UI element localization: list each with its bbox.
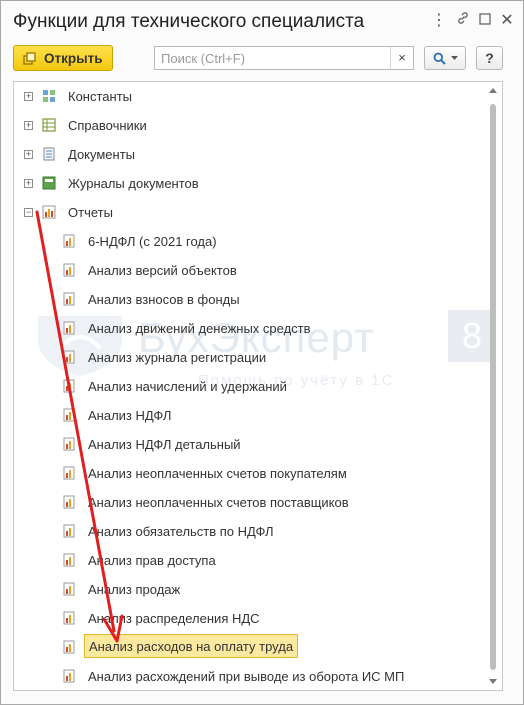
tree-group-label: Документы [68,147,136,162]
scroll-thumb[interactable] [490,104,496,670]
report-label: Анализ неоплаченных счетов покупателям [88,466,347,481]
help-button[interactable]: ? [476,46,503,70]
report-label: Анализ неоплаченных счетов поставщиков [88,495,349,510]
search-icon [433,52,446,65]
report-icon [63,408,75,422]
report-icon [63,379,75,393]
watermark: БухЭксперт Помощь по учёту в 1С 8 [30,308,498,389]
window: Функции для технического специалиста ⋮ ✕… [0,0,524,705]
report-label: Анализ НДФЛ [88,408,172,423]
report-icon [63,582,75,596]
report-label: Анализ движений денежных средств [88,321,311,336]
report-label: Анализ расхождений при выводе из оборота… [88,669,405,684]
expand-icon[interactable]: + [24,92,33,101]
scroll-up-icon[interactable] [489,88,497,93]
search-clear-icon[interactable]: × [390,47,413,69]
report-icon [63,263,75,277]
open-button-label: Открыть [44,50,103,66]
report-icon [63,234,75,248]
window-title: Функции для технического специалиста [13,11,365,32]
report-icon [63,437,75,451]
report-label: Анализ журнала регистрации [88,350,267,365]
report-icon [63,669,75,683]
documents-icon [43,147,55,161]
tree-group-label: Константы [68,89,132,104]
expand-icon[interactable]: + [24,121,33,130]
report-icon [63,350,75,364]
functions-tree[interactable]: БухЭксперт Помощь по учёту в 1С 8 + Конс… [13,81,503,691]
report-icon [63,640,75,654]
report-label: Анализ продаж [88,582,181,597]
search-button[interactable] [424,46,466,70]
search-input[interactable] [155,47,391,69]
expand-icon[interactable]: + [24,179,33,188]
link-icon[interactable] [453,11,473,31]
report-icon [63,611,75,625]
report-label: Анализ начислений и удержаний [88,379,287,394]
report-icon [63,553,75,567]
maximize-icon[interactable] [475,11,495,31]
open-icon [23,51,36,65]
report-icon [63,524,75,538]
report-label-selected: Анализ расходов на оплату труда [84,634,299,658]
report-label: Анализ обязательств по НДФЛ [88,524,274,539]
report-label: Анализ НДФЛ детальный [88,437,241,452]
report-label: Анализ взносов в фонды [88,292,240,307]
report-label: Анализ прав доступа [88,553,216,568]
report-icon [63,321,75,335]
tree-group-label: Справочники [68,118,147,133]
report-icon [63,466,75,480]
watermark-logo-icon [38,316,122,376]
chevron-down-icon [450,55,458,60]
expand-icon[interactable]: + [24,150,33,159]
open-button[interactable]: Открыть [13,45,113,71]
report-icon [63,292,75,306]
report-label: 6-НДФЛ (с 2021 года) [88,234,217,249]
report-label: Анализ распределения НДС [88,611,260,626]
report-icon [63,495,75,509]
constants-icon [43,90,55,102]
scroll-down-icon[interactable] [489,679,497,684]
tree-group-label: Журналы документов [68,176,199,191]
tree-group-label: Отчеты [68,205,113,220]
close-icon[interactable]: ✕ [497,11,517,31]
reports-icon [42,205,56,219]
more-menu-icon[interactable]: ⋮ [429,11,449,31]
journals-icon [42,176,56,190]
catalogs-icon [42,118,56,132]
title-bar: Функции для технического специалиста ⋮ ✕ [1,1,523,41]
vertical-scrollbar[interactable] [486,82,502,690]
collapse-icon[interactable]: − [24,208,33,217]
search-box[interactable]: × [154,46,414,70]
report-label: Анализ версий объектов [88,263,237,278]
